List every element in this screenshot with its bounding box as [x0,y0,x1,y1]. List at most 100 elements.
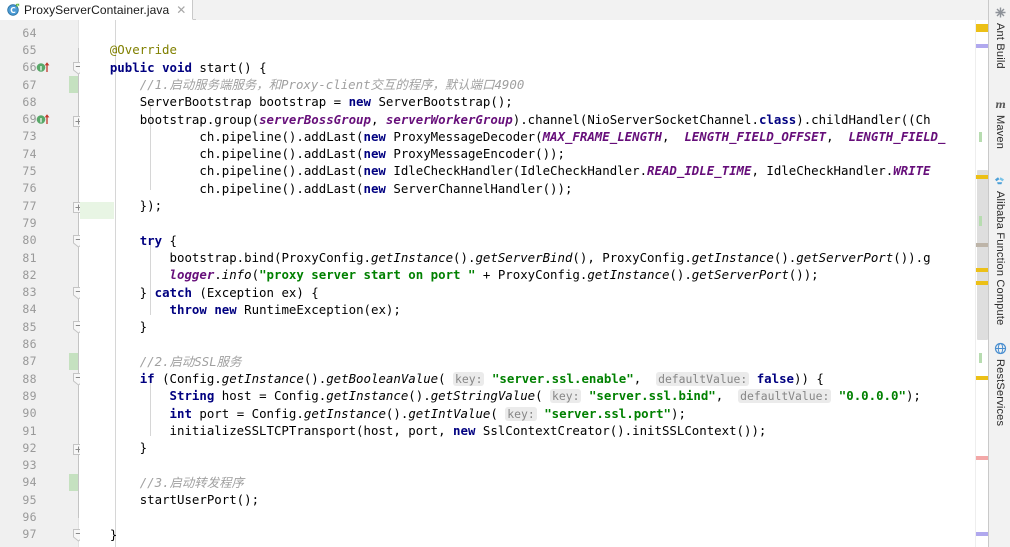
editor-tab-label: ProxyServerContainer.java [24,2,170,17]
line-number: 89 [22,388,37,403]
code-line[interactable]: } [80,439,147,456]
gutter-line[interactable]: 98 [0,543,79,547]
gutter-line[interactable]: 77 [0,197,84,214]
editor-gutter[interactable]: 64 65 66 I 67 68 69 I 73 74 75 76 77 79 80 81 82 83 84 85 86… [0,20,84,547]
gutter-line[interactable]: 88 [0,370,84,387]
gutter-line[interactable]: 90 [0,405,79,422]
gutter-line[interactable]: 79 [0,214,79,231]
tool-window-ant-build[interactable]: Ant Build [989,4,1010,69]
code-static-field: MAX_FRAME_LENGTH [542,128,662,144]
code-method: getInstance [303,405,386,421]
code-line[interactable]: try { [80,232,177,249]
code-identifier: addLast [303,180,357,196]
gutter-line[interactable]: 75 [0,162,79,179]
code-static-field: WRITE [893,163,931,179]
code-line[interactable]: } catch (Exception ex) { [80,284,319,301]
code-line[interactable]: int port = Config.getInstance().getIntVa… [80,405,686,422]
code-comment: //3.启动转发程序 [139,474,244,490]
gutter-line[interactable]: 73 [0,128,79,145]
code-identifier: ex [371,301,386,317]
vertical-scrollbar-thumb[interactable] [977,170,988,340]
code-identifier: IdleCheckHandler [520,163,640,179]
code-line[interactable]: bootstrap.bind(ProxyConfig.getInstance()… [80,249,931,266]
code-method: getInstance [691,249,774,265]
gutter-line[interactable]: 86 [0,335,79,352]
code-keyword: throw [169,301,207,317]
code-identifier: channel [527,111,580,127]
code-line[interactable]: ch.pipeline().addLast(new ProxyMessageDe… [80,128,945,145]
tool-window-rest-services[interactable]: RestServices [989,340,1010,426]
gutter-line[interactable]: 89 [0,387,79,404]
gutter-line[interactable]: 91 [0,422,79,439]
gutter-line[interactable]: 67 [0,75,79,94]
code-line[interactable]: ch.pipeline().addLast(new ProxyMessageEn… [80,145,565,162]
code-line[interactable]: }); [80,197,162,214]
tool-window-label: Maven [994,115,1006,150]
gutter-line[interactable]: 65 [0,41,79,58]
code-punctuation: , [438,422,454,438]
code-line[interactable]: bootstrap. group(serverBossGroup, serverW… [80,111,931,128]
code-method: getInstance [587,267,670,283]
code-line[interactable]: public void start() { [80,59,267,76]
tool-window-maven[interactable]: m Maven [989,96,1010,150]
code-punctuation: , [826,128,849,144]
gutter-line[interactable]: 82 [0,266,79,283]
code-line[interactable]: //1.启动服务端服务，和Proxy-client交互的程序，默认端口4900 [80,76,525,93]
gutter-line[interactable]: 97 [0,526,84,543]
code-line[interactable]: if (Config.getInstance().getBooleanValue… [80,370,824,387]
code-identifier: pipeline [221,163,282,179]
code-punctuation: ( [251,111,260,127]
code-line[interactable]: ch.pipeline().addLast(new IdleCheckHandl… [80,162,931,179]
tool-window-alibaba-function-compute[interactable]: Alibaba Function Compute [989,172,1010,325]
right-tool-window-bar[interactable]: Ant Build m Maven Alibaba Function Compu… [988,0,1010,547]
gutter-line[interactable]: 81 [0,249,79,266]
gutter-line[interactable]: 69 I [0,111,84,128]
code-punctuation: )) { [794,371,824,386]
code-line[interactable]: //3.启动转发程序 [80,474,244,491]
code-punctuation: ( [490,405,506,421]
run-gutter-icon[interactable]: I [36,113,54,126]
code-method: getServerPort [691,267,789,283]
code-line[interactable]: logger.info("proxy server start on port … [80,266,819,283]
code-content[interactable]: @Override public void start() { //1.启动服务… [80,20,975,547]
code-line[interactable]: ServerBootstrap bootstrap = new ServerBo… [80,93,513,110]
editor-marker-stripe[interactable] [975,20,989,547]
gutter-line[interactable]: 64 [0,24,79,41]
code-identifier: ch [199,146,215,162]
gutter-line[interactable]: 85 [0,318,84,335]
code-line[interactable]: @Override [80,41,177,58]
gutter-line[interactable]: 76 [0,180,79,197]
gutter-line[interactable]: 96 [0,508,79,525]
tab-bar-empty-area [196,0,1010,20]
code-keyword: new [453,422,476,438]
gutter-line[interactable]: 84 [0,301,79,318]
close-icon[interactable]: ✕ [176,4,186,16]
gutter-line[interactable]: 80 [0,232,84,249]
code-line[interactable]: //2.启动SSL服务 [80,353,242,370]
code-line[interactable]: ch.pipeline().addLast(new ServerChannelH… [80,180,572,197]
code-line[interactable]: initializeSSLTCPTransport(host, port, ne… [80,422,767,439]
code-line[interactable]: } [80,526,117,543]
gutter-line[interactable]: 87 [0,352,79,370]
gutter-line[interactable]: 68 [0,93,79,110]
gutter-line[interactable]: 94 [0,473,79,492]
svg-text:m: m [995,100,1006,111]
gutter-line[interactable]: 95 [0,491,79,508]
gutter-line[interactable]: 92 [0,439,84,456]
gutter-line[interactable]: 83 [0,284,84,301]
editor-tab-proxyservercontainer[interactable]: C ProxyServerContainer.java ✕ [0,0,194,20]
gutter-line[interactable]: 93 [0,457,79,474]
code-punctuation: ( [356,422,364,438]
code-line[interactable]: String host = Config.getInstance().getSt… [80,387,921,404]
gutter-line[interactable]: 66 I [0,59,84,76]
code-line[interactable]: } [80,318,147,335]
run-gutter-icon[interactable]: I [36,61,54,74]
line-number: 86 [22,337,37,352]
code-static-field: READ_IDLE_TIME [647,163,752,179]
code-punctuation: . [296,405,304,421]
code-line[interactable]: startUserPort(); [80,491,259,508]
code-line[interactable]: throw new RuntimeException(ex); [80,301,401,318]
gutter-line[interactable]: 74 [0,145,79,162]
code-punctuation: ( [535,388,551,404]
code-string: "server.ssl.bind" [588,388,716,404]
